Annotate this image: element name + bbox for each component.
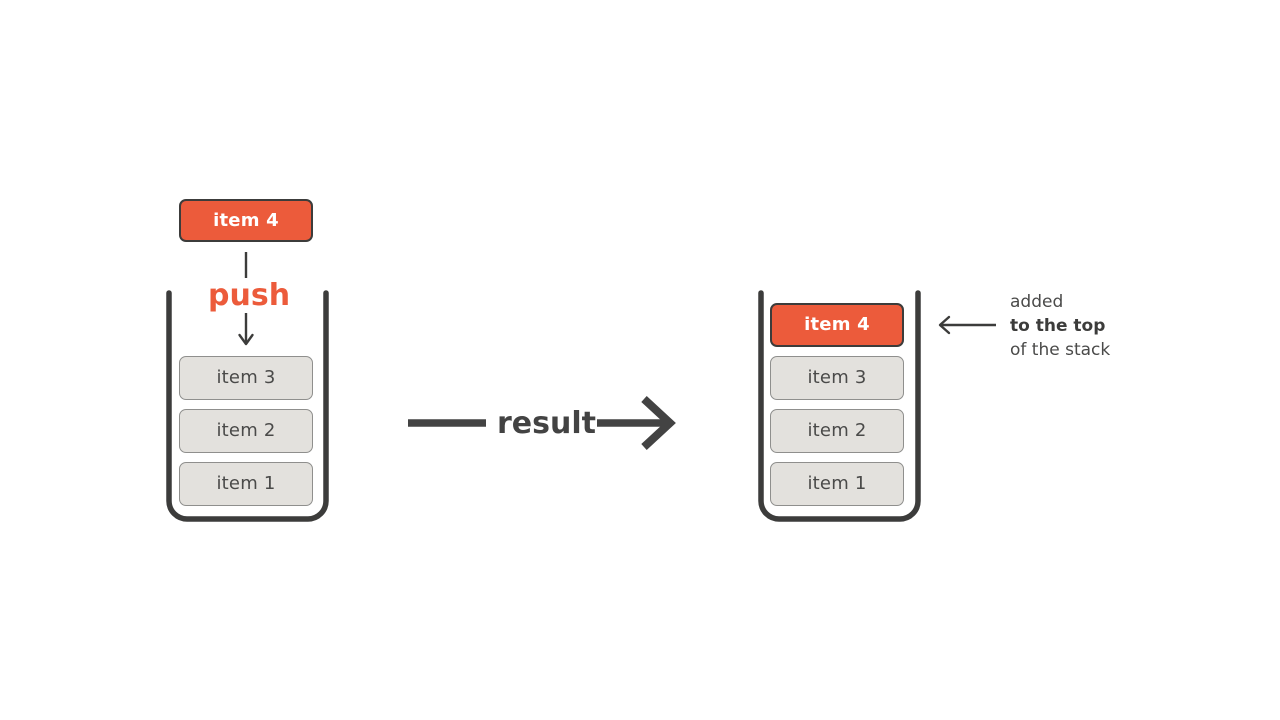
stack-before-item-0: item 3 [179, 356, 313, 400]
annotation-arrow-icon [938, 315, 996, 335]
stack-after-item-1: item 3 [770, 356, 904, 400]
annotation-text: added to the top of the stack [1010, 290, 1110, 362]
result-arrow-icon [597, 396, 676, 450]
stack-before-item-1-label: item 2 [216, 420, 276, 441]
push-arrow-upper-segment [244, 252, 248, 278]
stack-after-item-1-label: item 3 [807, 367, 867, 388]
stack-after-item-2: item 2 [770, 409, 904, 453]
stack-after-item-3: item 1 [770, 462, 904, 506]
stack-before-item-1: item 2 [179, 409, 313, 453]
stack-before-item-0-label: item 3 [216, 367, 276, 388]
annotation-line-2: to the top [1010, 316, 1106, 336]
stack-after-item-2-label: item 2 [807, 420, 867, 441]
diagram-canvas: item 4 push item 3 item 2 item 1 result [0, 0, 1280, 720]
incoming-item-box: item 4 [179, 199, 313, 242]
stack-before-item-2-label: item 1 [216, 473, 276, 494]
incoming-item-label: item 4 [213, 209, 279, 231]
annotation-line-1: added [1010, 292, 1064, 312]
stack-after-item-0-label: item 4 [804, 314, 870, 335]
annotation-line-3: of the stack [1010, 340, 1111, 360]
stack-after-item-3-label: item 1 [807, 473, 867, 494]
result-arrow-left-segment [408, 419, 486, 427]
stack-after-item-0: item 4 [770, 303, 904, 347]
stack-before-item-2: item 1 [179, 462, 313, 506]
result-label: result [497, 406, 596, 441]
